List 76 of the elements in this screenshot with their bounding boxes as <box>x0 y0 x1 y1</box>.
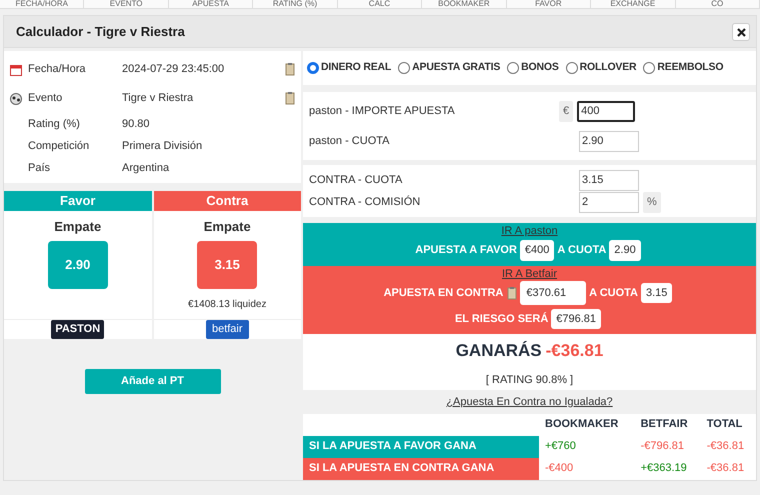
info-value: 90.80 <box>122 116 151 132</box>
close-icon <box>736 28 746 37</box>
odds-value: 2.90 <box>609 240 641 261</box>
risk-value: €796.81 <box>551 308 602 330</box>
result-amount: -€36.81 <box>546 341 604 360</box>
info-label: Rating (%) <box>28 116 81 132</box>
radio-option[interactable]: ROLLOVER <box>566 60 636 76</box>
percent-addon: % <box>643 192 661 212</box>
info-label: País <box>28 160 52 176</box>
column-header: FAVOR <box>506 0 592 8</box>
rating-text: [ RATING 90.8% ] <box>484 372 574 388</box>
field-label: CONTRA - CUOTA <box>309 172 404 188</box>
column-header: FECHA/HORA <box>0 0 84 8</box>
input-field[interactable]: 3.15 <box>579 170 639 190</box>
column-header: CALC <box>338 0 422 8</box>
column-header: CO <box>676 0 760 8</box>
info-label: Competición <box>28 138 90 154</box>
info-label: Fecha/Hora <box>28 62 86 78</box>
info-label: Evento <box>28 91 64 106</box>
input-field[interactable]: 2.90 <box>579 130 639 152</box>
field-label: paston - IMPORTE APUESTA <box>309 104 456 119</box>
liquidity-text: €1408.13 liquidez <box>187 298 268 312</box>
info-value: 2024-07-29 23:45:00 <box>122 62 226 78</box>
info-value: Tigre v Riestra <box>122 91 194 106</box>
table-cell: -€796.81 <box>634 436 701 458</box>
stake-value: €370.61 <box>520 280 586 306</box>
column-header: RATING (%) <box>253 0 338 8</box>
side-header: Contra <box>154 191 301 211</box>
table-cell: -€36.81 <box>700 458 756 480</box>
outcome-label: SI LA APUESTA EN CONTRA GANA <box>303 458 539 480</box>
ball-icon <box>10 92 22 104</box>
column-header: BOOKMAKER <box>422 0 507 8</box>
selection-name: Empate <box>53 218 102 236</box>
table-cell: +€363.19 <box>634 458 701 480</box>
calendar-icon <box>10 64 22 76</box>
outcome-label: SI LA APUESTA A FAVOR GANA <box>303 436 539 458</box>
field-label: paston - CUOTA <box>309 134 390 149</box>
exchange-logo: betfair <box>206 320 249 339</box>
paston-link[interactable]: IR A paston <box>501 225 558 237</box>
column-header: EXCHANGE <box>591 0 676 8</box>
side-header: Favor <box>4 191 152 211</box>
odds-label: A CUOTA <box>557 243 606 258</box>
table-cell: -€400 <box>539 458 635 480</box>
unmatched-link[interactable]: ¿Apuesta En Contra no Igualada? <box>446 396 613 408</box>
column-header: BOOKMAKER <box>539 414 635 436</box>
result-label: GANARÁS <box>456 341 542 360</box>
info-value: Argentina <box>122 160 170 176</box>
column-header: TOTAL <box>700 414 756 436</box>
bookmaker-logo: PASTON <box>51 320 104 339</box>
table-cell: -€36.81 <box>700 436 756 458</box>
column-header: EVENTO <box>84 0 169 8</box>
stake-value: €400 <box>520 240 554 261</box>
info-value: Primera División <box>122 138 204 154</box>
odds-value: 3.15 <box>641 282 672 304</box>
odds-box: 3.15 <box>197 240 258 288</box>
radio-option[interactable]: APUESTA GRATIS <box>398 60 500 76</box>
window-title: Calculador - Tigre v Riestra <box>16 22 185 41</box>
clipboard-icon <box>507 286 518 300</box>
betfair-link[interactable]: IR A Betfair <box>502 268 558 280</box>
input-field[interactable]: 400 <box>577 100 636 122</box>
odds-label: A CUOTA <box>589 286 638 301</box>
odds-box: 2.90 <box>48 240 108 288</box>
column-header: BETFAIR <box>634 414 701 436</box>
input-field[interactable]: 2 <box>579 192 639 212</box>
currency-addon: € <box>559 100 574 122</box>
table-cell: +€760 <box>539 436 635 458</box>
close-button[interactable] <box>732 22 750 40</box>
selection-name: Empate <box>202 218 252 236</box>
radio-option[interactable]: REEMBOLSO <box>643 60 724 76</box>
field-label: CONTRA - COMISIÓN <box>309 194 422 210</box>
radio-option[interactable]: BONOS <box>507 60 559 76</box>
radio-option[interactable]: DINERO REAL <box>307 60 392 76</box>
bet-label: APUESTA A FAVOR <box>415 243 517 258</box>
bet-label: APUESTA EN CONTRA <box>384 286 504 301</box>
column-header: APUESTA <box>168 0 254 8</box>
risk-label: EL RIESGO SERÁ <box>454 311 548 327</box>
